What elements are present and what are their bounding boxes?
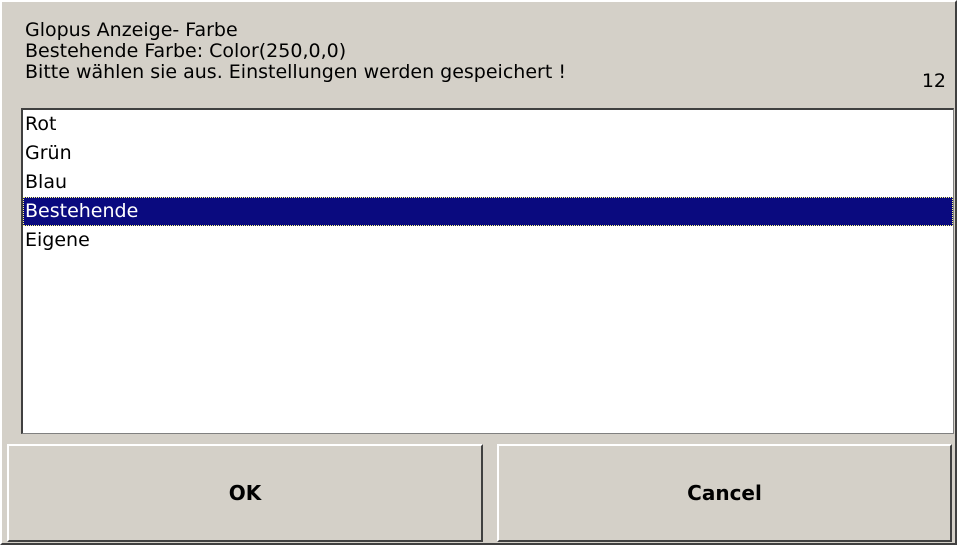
color-selection-dialog: Glopus Anzeige- Farbe Bestehende Farbe: … [0,0,957,545]
counter-value: 12 [921,70,946,92]
cancel-button[interactable]: Cancel [497,444,952,542]
instruction-text: Bitte wählen sie aus. Einstellungen werd… [25,61,566,83]
ok-button-label: OK [228,481,262,505]
current-color-label: Bestehende Farbe: Color(250,0,0) [25,40,347,62]
list-item-gruen[interactable]: Grün [23,139,953,168]
dialog-title: Glopus Anzeige- Farbe [25,19,238,41]
ok-button[interactable]: OK [7,444,483,542]
list-item-bestehende[interactable]: Bestehende [23,197,953,226]
list-item-blau[interactable]: Blau [23,168,953,197]
cancel-button-label: Cancel [687,481,762,505]
list-item-eigene[interactable]: Eigene [23,226,953,255]
list-item-rot[interactable]: Rot [23,110,953,139]
color-listbox[interactable]: Rot Grün Blau Bestehende Eigene [21,108,954,434]
